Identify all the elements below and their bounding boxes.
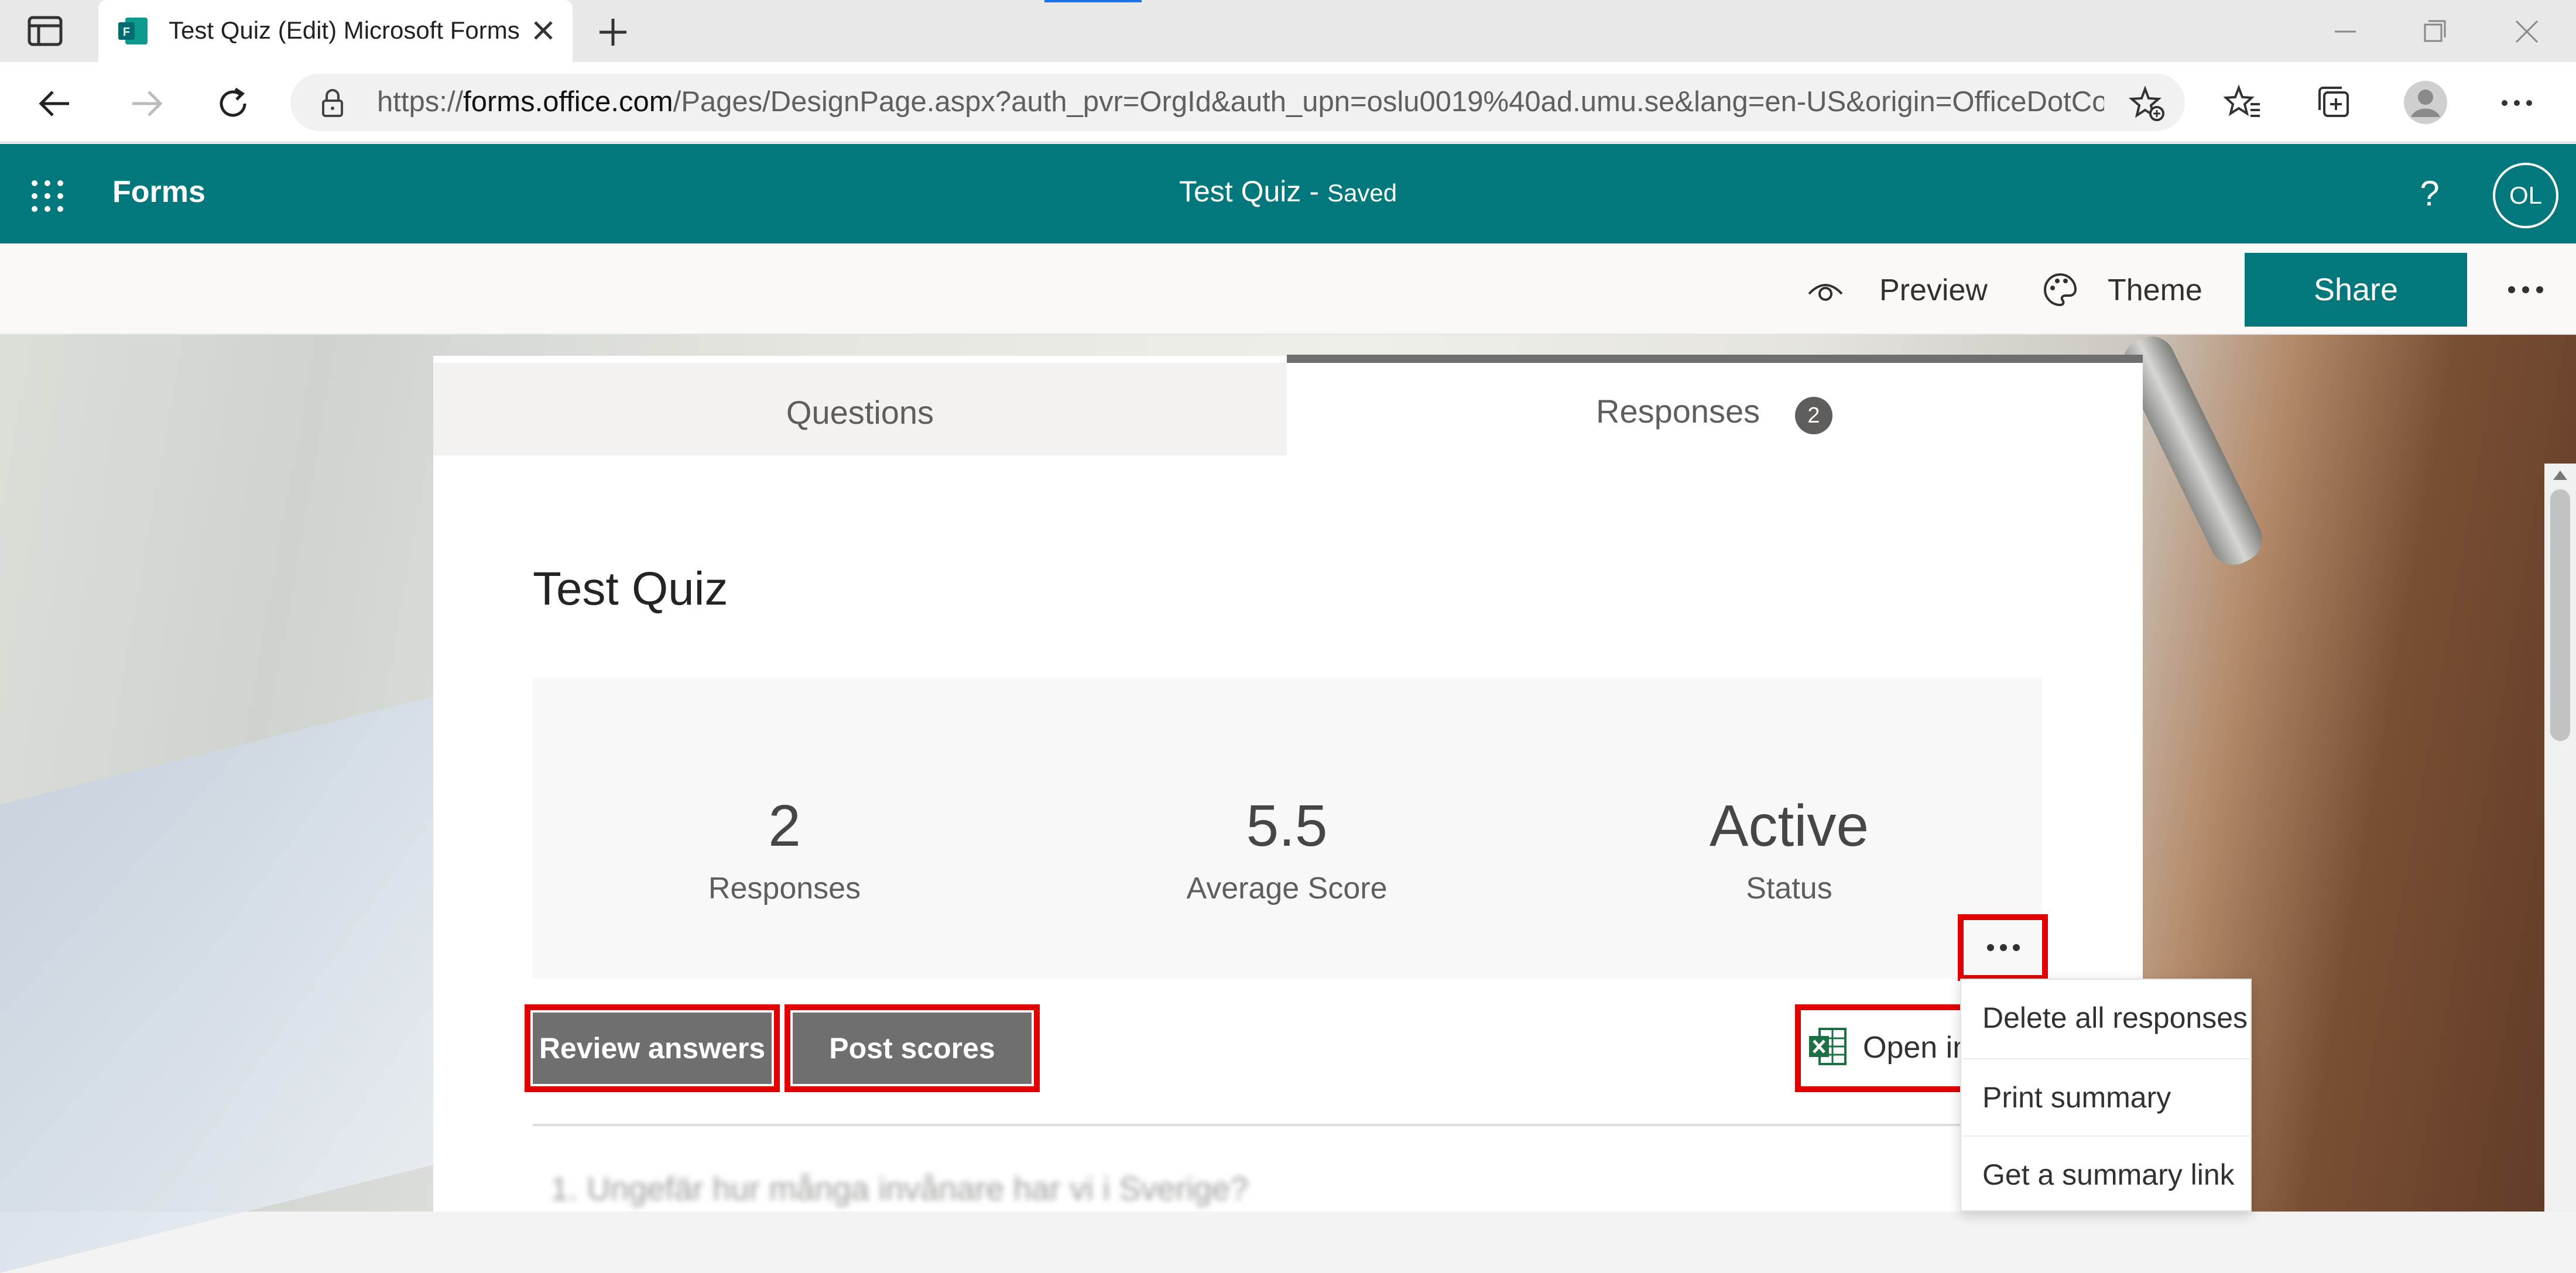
svg-text:F: F: [123, 26, 130, 39]
palette-icon[interactable]: [2042, 272, 2078, 308]
loading-indicator: [1044, 0, 1142, 2]
quiz-title: Test Quiz: [533, 562, 728, 615]
theme-label[interactable]: Theme: [2108, 273, 2202, 308]
help-icon[interactable]: ?: [2412, 171, 2447, 217]
save-status: Saved: [1327, 179, 1397, 207]
favorites-icon[interactable]: [2223, 83, 2262, 122]
reload-icon[interactable]: [212, 83, 256, 124]
open-in-excel-label[interactable]: Open in: [1863, 1030, 1969, 1065]
profile-avatar-icon[interactable]: [2403, 80, 2448, 125]
tab-questions[interactable]: Questions: [433, 363, 1287, 455]
eye-icon: [1807, 274, 1844, 307]
average-score-value: 5.5: [1246, 793, 1328, 859]
preview-label[interactable]: Preview: [1879, 273, 1988, 308]
share-button[interactable]: Share: [2245, 253, 2467, 327]
ellipsis-icon[interactable]: [1979, 938, 2028, 958]
new-tab-icon[interactable]: [594, 13, 632, 52]
window-close-icon[interactable]: [2509, 14, 2544, 49]
menu-item-print-summary[interactable]: Print summary: [1960, 1058, 2252, 1134]
post-scores-button[interactable]: Post scores: [793, 1013, 1032, 1084]
excel-icon: [1807, 1025, 1849, 1068]
app-launcher-icon[interactable]: [29, 178, 66, 214]
back-arrow-icon[interactable]: [33, 83, 77, 124]
minimize-icon[interactable]: [2328, 14, 2363, 49]
status-label: Status: [1746, 871, 1832, 905]
menu-item-get-summary-link[interactable]: Get a summary link: [1960, 1135, 2252, 1212]
scrollbar-thumb[interactable]: [2550, 489, 2570, 741]
collections-icon[interactable]: [2315, 83, 2354, 122]
tab-responses-label[interactable]: Responses: [1596, 392, 1760, 430]
tab-actions-icon[interactable]: [26, 15, 64, 47]
url-text[interactable]: https://forms.office.com/Pages/DesignPag…: [377, 85, 2104, 118]
user-avatar[interactable]: OL: [2493, 163, 2558, 228]
forward-arrow-icon[interactable]: [124, 83, 169, 124]
menu-item-delete-all-responses[interactable]: Delete all responses: [1960, 980, 2252, 1056]
responses-count-value: 2: [768, 793, 801, 859]
lock-icon[interactable]: [316, 87, 349, 119]
add-favorite-icon[interactable]: [2128, 85, 2165, 122]
section-divider: [533, 1124, 2042, 1126]
scroll-up-arrow-icon[interactable]: [2548, 466, 2572, 485]
close-tab-icon[interactable]: [527, 14, 560, 47]
review-answers-button[interactable]: Review answers: [533, 1013, 772, 1084]
document-title: Test Quiz - Saved: [1179, 175, 1397, 208]
forms-favicon-icon: F: [117, 15, 149, 47]
responses-count-label: Responses: [708, 871, 861, 905]
tab-title: Test Quiz (Edit) Microsoft Forms: [169, 16, 520, 44]
more-options-icon[interactable]: [2501, 274, 2550, 306]
app-name[interactable]: Forms: [112, 174, 205, 210]
restore-icon[interactable]: [2417, 14, 2452, 49]
average-score-label: Average Score: [1186, 871, 1388, 905]
browser-more-icon[interactable]: [2498, 85, 2536, 121]
status-value: Active: [1709, 793, 1869, 859]
responses-count-badge: 2: [1795, 397, 1832, 434]
question-1-summary: 1. Ungefär hur många invånare har vi i S…: [550, 1170, 1249, 1207]
